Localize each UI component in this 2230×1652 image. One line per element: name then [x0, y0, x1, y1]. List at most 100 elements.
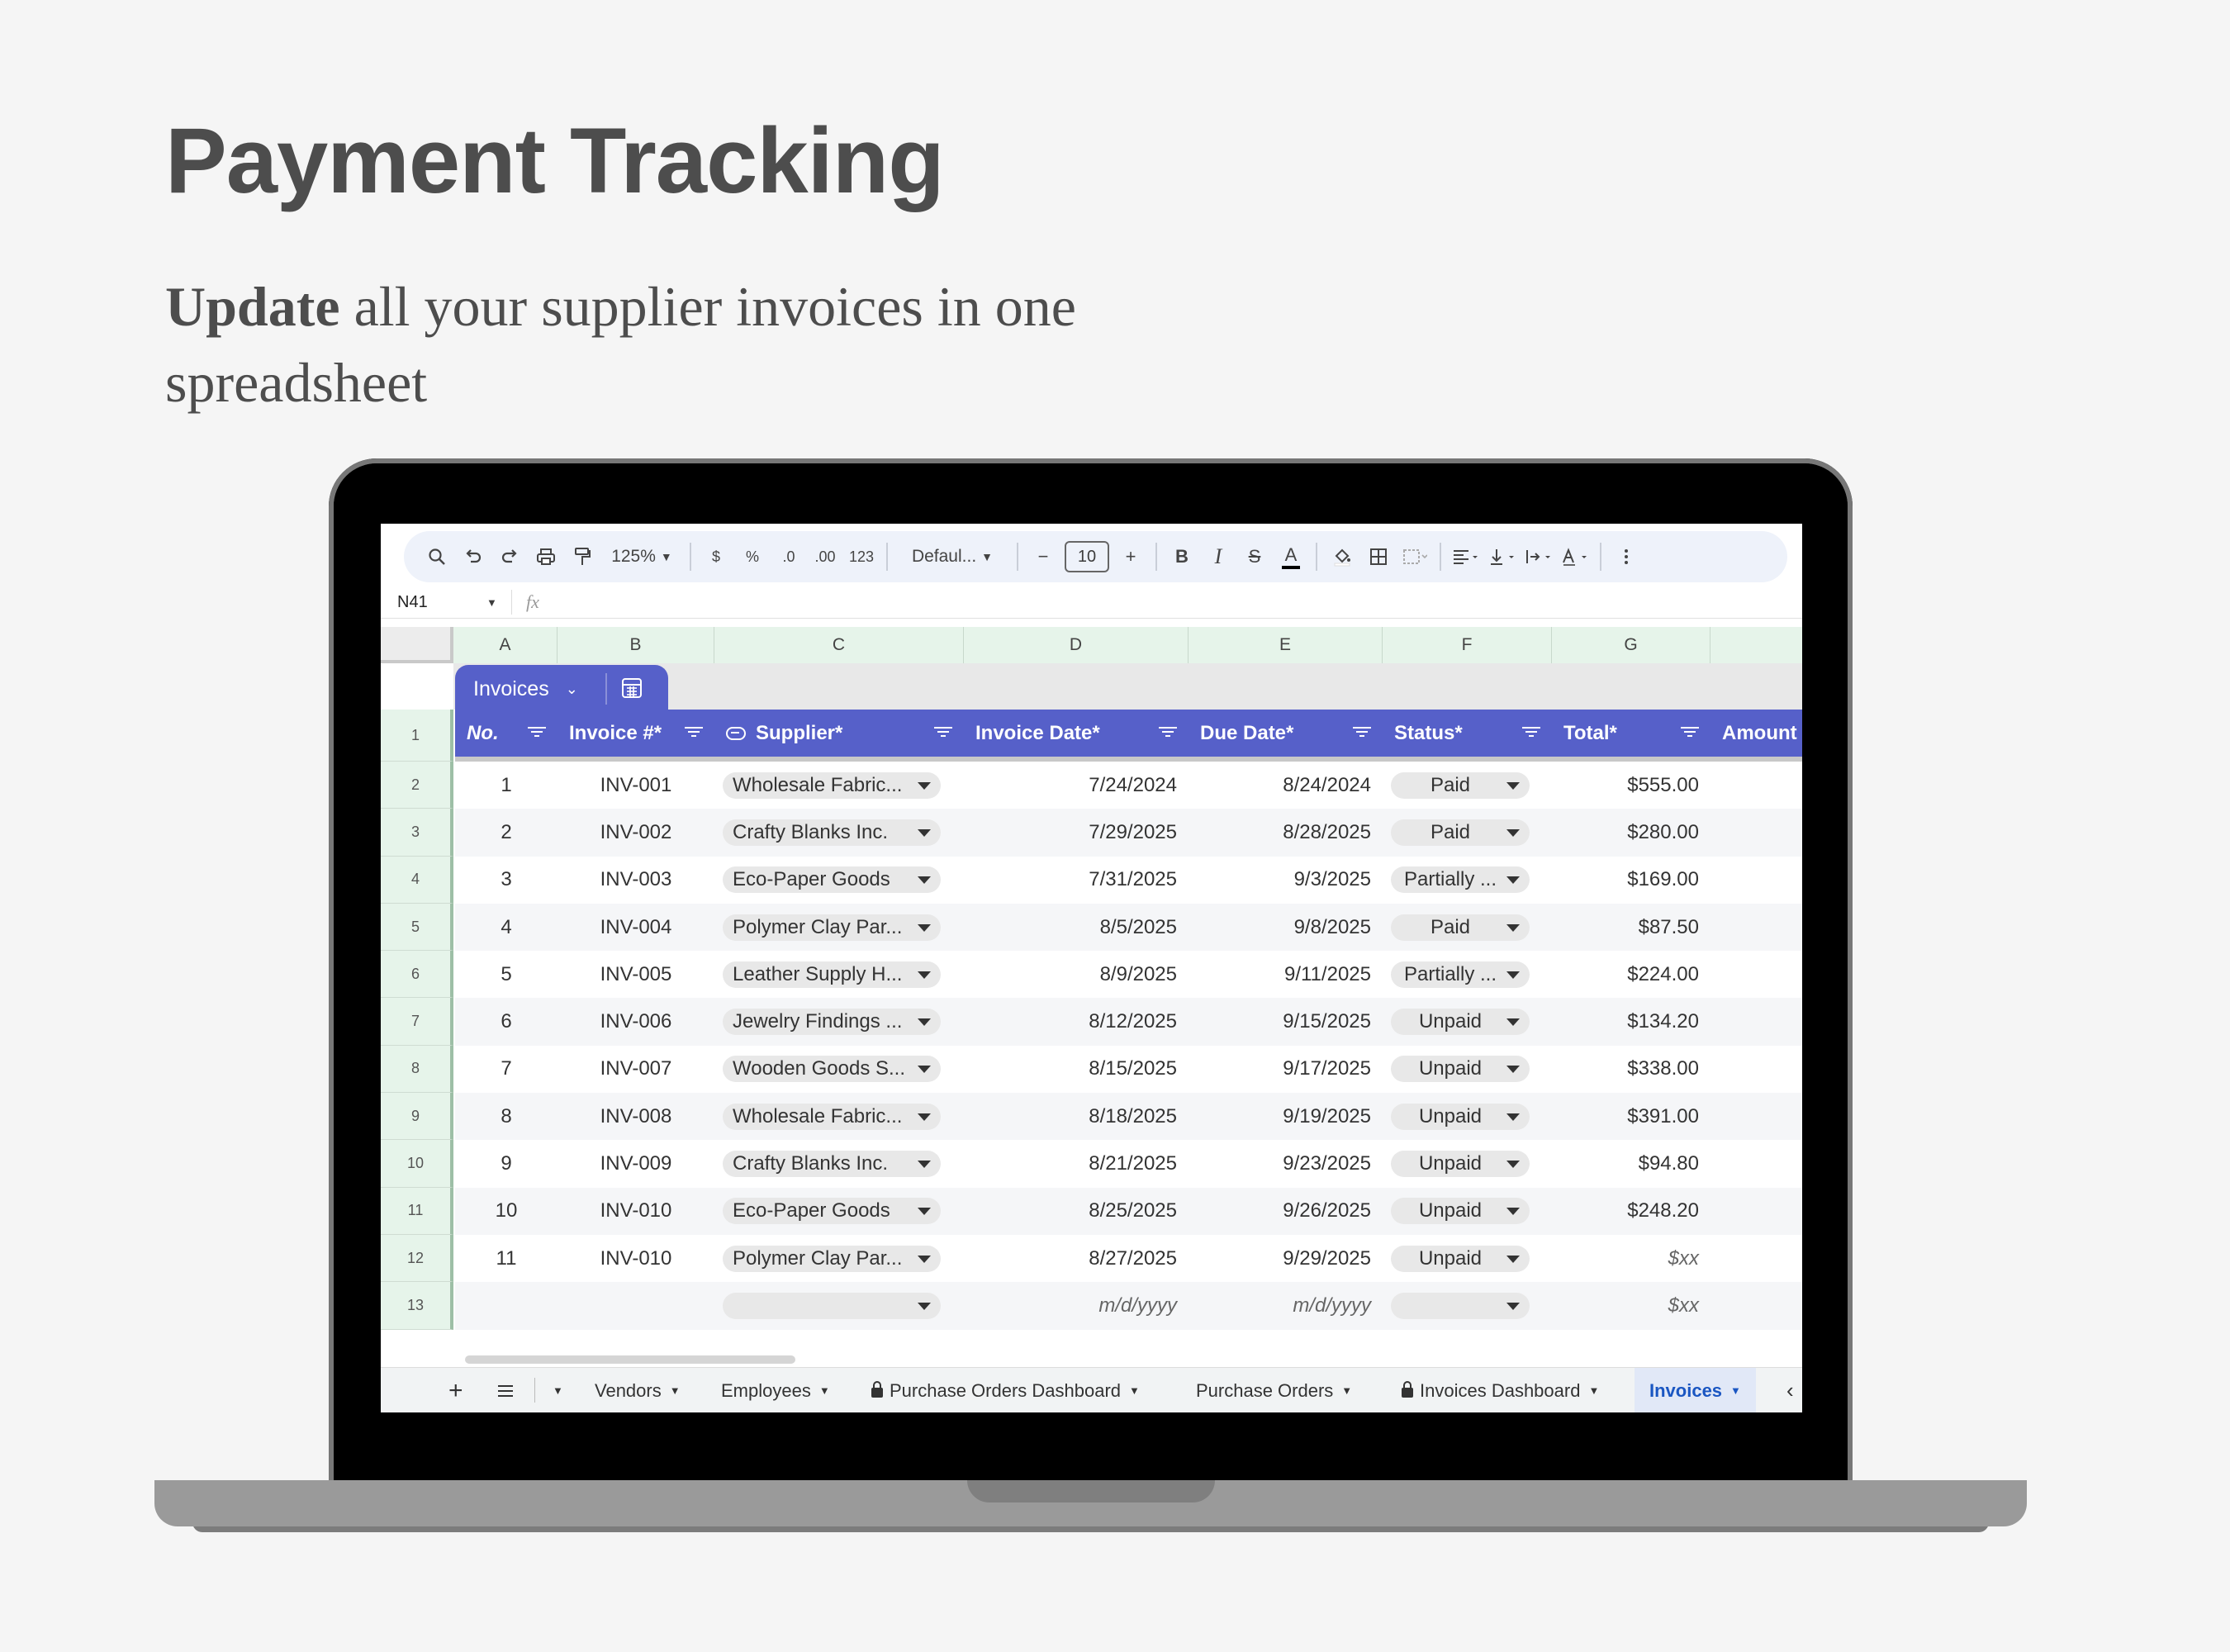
- all-sheets-icon[interactable]: [496, 1368, 515, 1412]
- status-dropdown[interactable]: [1391, 1292, 1530, 1319]
- cell-idate[interactable]: 8/9/2025: [964, 951, 1189, 998]
- cell-supplier[interactable]: [714, 1282, 964, 1329]
- cell-no[interactable]: [455, 1282, 558, 1329]
- row-header[interactable]: 7: [381, 998, 453, 1046]
- cell-total[interactable]: $xx: [1552, 1235, 1710, 1282]
- cell-status[interactable]: Unpaid: [1383, 998, 1552, 1045]
- cell-ddate[interactable]: 9/17/2025: [1189, 1046, 1383, 1093]
- cell-status[interactable]: [1383, 1282, 1552, 1329]
- row-header[interactable]: 6: [381, 951, 453, 999]
- tab-purchase-orders[interactable]: Purchase Orders ▼: [1196, 1368, 1352, 1412]
- cell-supplier[interactable]: Eco-Paper Goods: [714, 857, 964, 904]
- cell-supplier[interactable]: Wooden Goods S...: [714, 1046, 964, 1093]
- cell-status[interactable]: Unpaid: [1383, 1188, 1552, 1235]
- bold-button[interactable]: B: [1164, 540, 1200, 573]
- cell-total[interactable]: $391.00: [1552, 1093, 1710, 1140]
- cell-total[interactable]: $280.00: [1552, 809, 1710, 856]
- increase-decimal-button[interactable]: .00: [807, 540, 843, 573]
- borders-icon[interactable]: [1360, 540, 1397, 573]
- supplier-dropdown[interactable]: Wooden Goods S...: [723, 1056, 941, 1083]
- cell-total[interactable]: $248.20: [1552, 1188, 1710, 1235]
- cell-inv[interactable]: INV-010: [558, 1235, 714, 1282]
- column-header-g[interactable]: G: [1552, 627, 1710, 663]
- increase-font-size-button[interactable]: +: [1113, 540, 1149, 573]
- cell-ddate[interactable]: 9/11/2025: [1189, 951, 1383, 998]
- supplier-dropdown[interactable]: Eco-Paper Goods: [723, 866, 941, 894]
- cell-supplier[interactable]: Polymer Clay Par...: [714, 1235, 964, 1282]
- cell-total[interactable]: $338.00: [1552, 1046, 1710, 1093]
- cell-no[interactable]: 4: [455, 904, 558, 951]
- tab-purchase-orders-dashboard[interactable]: Purchase Orders Dashboard ▼: [871, 1368, 1140, 1412]
- tab-invoices[interactable]: Invoices ▼: [1635, 1368, 1756, 1412]
- cell-ddate[interactable]: 9/23/2025: [1189, 1140, 1383, 1187]
- column-header-c[interactable]: C: [714, 627, 964, 663]
- column-header-h[interactable]: [1710, 627, 1802, 663]
- cell-idate[interactable]: 8/25/2025: [964, 1188, 1189, 1235]
- cell-ddate[interactable]: 9/26/2025: [1189, 1188, 1383, 1235]
- table-grid-icon[interactable]: [620, 676, 643, 700]
- cell-idate[interactable]: 8/27/2025: [964, 1235, 1189, 1282]
- cell-no[interactable]: 5: [455, 951, 558, 998]
- status-dropdown[interactable]: Unpaid: [1391, 1151, 1530, 1178]
- status-dropdown[interactable]: Unpaid: [1391, 1056, 1530, 1083]
- cell-idate[interactable]: 7/29/2025: [964, 809, 1189, 856]
- cell-status[interactable]: Unpaid: [1383, 1093, 1552, 1140]
- cell-supplier[interactable]: Crafty Blanks Inc.: [714, 809, 964, 856]
- cell-idate[interactable]: 8/18/2025: [964, 1093, 1189, 1140]
- cell-no[interactable]: 11: [455, 1235, 558, 1282]
- cell-no[interactable]: 10: [455, 1188, 558, 1235]
- filter-icon[interactable]: [685, 724, 703, 741]
- cell-inv[interactable]: INV-006: [558, 998, 714, 1045]
- status-dropdown[interactable]: Paid: [1391, 914, 1530, 941]
- row-header[interactable]: 10: [381, 1140, 453, 1188]
- cell-no[interactable]: 1: [455, 762, 558, 809]
- cell-ddate[interactable]: m/d/yyyy: [1189, 1282, 1383, 1329]
- status-dropdown[interactable]: Paid: [1391, 771, 1530, 799]
- cell-status[interactable]: Partially ...: [1383, 951, 1552, 998]
- column-header-e[interactable]: E: [1189, 627, 1383, 663]
- add-sheet-button[interactable]: +: [448, 1368, 463, 1412]
- row-header[interactable]: 8: [381, 1045, 453, 1094]
- paint-format-icon[interactable]: [564, 540, 600, 573]
- tab-vendors[interactable]: Vendors ▼: [595, 1368, 681, 1412]
- cell-ddate[interactable]: 9/8/2025: [1189, 904, 1383, 951]
- column-header-a[interactable]: A: [453, 627, 558, 663]
- cell-idate[interactable]: 8/12/2025: [964, 998, 1189, 1045]
- decrease-font-size-button[interactable]: −: [1025, 540, 1061, 573]
- cell-idate[interactable]: 7/24/2024: [964, 762, 1189, 809]
- text-rotation-icon[interactable]: [1557, 540, 1593, 573]
- header-total[interactable]: Total*: [1552, 710, 1710, 757]
- status-dropdown[interactable]: Partially ...: [1391, 961, 1530, 988]
- cell-ddate[interactable]: 9/29/2025: [1189, 1235, 1383, 1282]
- status-dropdown[interactable]: Partially ...: [1391, 866, 1530, 894]
- more-options-icon[interactable]: [1608, 540, 1644, 573]
- cell-no[interactable]: 8: [455, 1093, 558, 1140]
- undo-icon[interactable]: [455, 540, 491, 573]
- currency-button[interactable]: $: [698, 540, 734, 573]
- cell-status[interactable]: Paid: [1383, 762, 1552, 809]
- cell-no[interactable]: 6: [455, 998, 558, 1045]
- status-dropdown[interactable]: Unpaid: [1391, 1009, 1530, 1036]
- supplier-dropdown[interactable]: Polymer Clay Par...: [723, 914, 941, 941]
- cell-status[interactable]: Unpaid: [1383, 1140, 1552, 1187]
- cell-status[interactable]: Unpaid: [1383, 1235, 1552, 1282]
- cell-supplier[interactable]: Jewelry Findings ...: [714, 998, 964, 1045]
- tab-employees[interactable]: Employees ▼: [721, 1368, 830, 1412]
- header-invoice-number[interactable]: Invoice #*: [558, 710, 714, 757]
- number-format-button[interactable]: 123: [843, 540, 880, 573]
- row-header[interactable]: 13: [381, 1282, 453, 1330]
- filter-icon[interactable]: [1522, 724, 1540, 741]
- row-header[interactable]: 4: [381, 856, 453, 904]
- sheet-scroll-dropdown[interactable]: ▼: [553, 1368, 563, 1412]
- filter-icon[interactable]: [1353, 724, 1371, 741]
- percent-button[interactable]: %: [734, 540, 771, 573]
- font-select[interactable]: Defaul... ▼: [894, 540, 1010, 573]
- cell-total[interactable]: $555.00: [1552, 762, 1710, 809]
- font-size-input[interactable]: 10: [1065, 541, 1109, 572]
- supplier-dropdown[interactable]: Leather Supply H...: [723, 961, 941, 988]
- text-color-button[interactable]: A: [1273, 540, 1309, 573]
- scrollbar-thumb[interactable]: [465, 1355, 795, 1364]
- cell-inv[interactable]: INV-002: [558, 809, 714, 856]
- text-wrap-icon[interactable]: [1521, 540, 1557, 573]
- cell-inv[interactable]: INV-007: [558, 1046, 714, 1093]
